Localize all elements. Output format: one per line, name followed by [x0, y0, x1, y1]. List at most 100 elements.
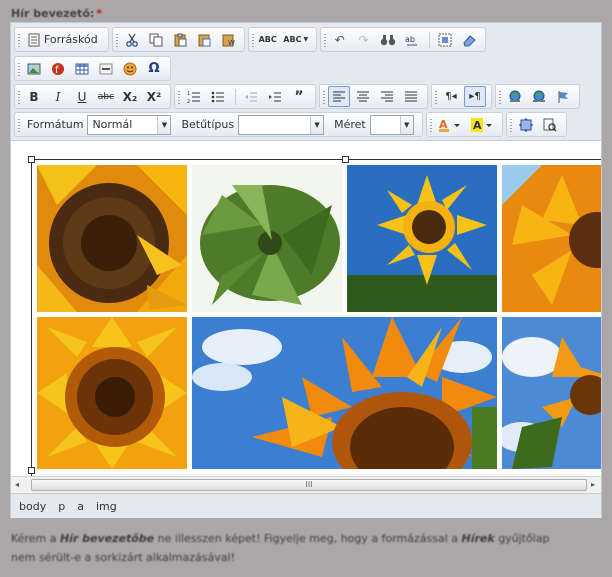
sunflower-photo-2 [347, 165, 497, 312]
align-center-button[interactable] [352, 86, 374, 107]
paste-icon [174, 33, 187, 46]
spellcheck-auto-label: ABC [283, 35, 302, 44]
path-item-p[interactable]: p [58, 500, 65, 513]
paste-word-button[interactable]: W [217, 29, 239, 50]
background-color-button[interactable]: A [467, 114, 497, 135]
toolbar-group-clipboard: W [111, 27, 245, 52]
bulleted-list-button[interactable] [207, 86, 229, 107]
font-select[interactable]: ▼ [238, 114, 325, 135]
editor-content-area[interactable] [11, 140, 601, 476]
spellcheck-button[interactable]: ABC [257, 29, 279, 50]
path-item-a[interactable]: a [77, 500, 84, 513]
justify-button[interactable] [400, 86, 422, 107]
path-item-img[interactable]: img [96, 500, 117, 513]
show-blocks-button[interactable] [539, 114, 561, 135]
italic-icon: I [55, 89, 61, 104]
spellcheck-label: ABC [258, 35, 277, 44]
select-all-button[interactable] [434, 29, 456, 50]
sunflower-sky-photo [192, 317, 497, 469]
rich-text-editor: Forráskód W ABC ABC ▼ ↶ ↷ ab f Ω B I U a… [10, 22, 602, 518]
outdent-button[interactable] [240, 86, 262, 107]
rtl-button[interactable]: ¶◂ [440, 86, 462, 107]
scroll-right-icon[interactable]: ▸ [591, 480, 595, 489]
element-path-bar: body p a img [11, 493, 601, 518]
replace-button[interactable]: ab [401, 29, 423, 50]
horizontal-scrollbar[interactable]: ◂ III ▸ [11, 476, 601, 493]
toolbar-group-styles: Formátum Normál ▼ Betűtípus ▼ Méret ▼ [14, 112, 423, 137]
source-button-label: Forráskód [44, 33, 98, 46]
anchor-button[interactable] [552, 86, 574, 107]
copy-button[interactable] [145, 29, 167, 50]
remove-format-button[interactable] [458, 29, 480, 50]
cut-button[interactable] [121, 29, 143, 50]
resize-handle[interactable] [342, 156, 349, 163]
ltr-button[interactable]: ▸¶ [464, 86, 486, 107]
scrollbar-thumb[interactable]: III [31, 479, 587, 491]
toolbar-separator [235, 88, 236, 105]
text-color-button[interactable]: A [435, 114, 465, 135]
format-select-value: Normál [92, 117, 133, 131]
resize-handle[interactable] [28, 156, 35, 163]
spellcheck-as-you-type-button[interactable]: ABC ▼ [281, 29, 311, 50]
strikethrough-button[interactable]: abc [95, 86, 117, 107]
toolbar-group-spell: ABC ABC ▼ [247, 27, 317, 52]
indent-button[interactable] [264, 86, 286, 107]
text-direction-rtl-icon: ¶◂ [445, 91, 457, 102]
chevron-down-icon: ▼ [303, 36, 309, 43]
sunflower-photo-4 [37, 317, 187, 469]
text-color-icon: A [438, 118, 460, 132]
size-select[interactable]: ▼ [369, 114, 414, 135]
link-button[interactable] [504, 86, 526, 107]
copy-icon [149, 33, 163, 46]
undo-button[interactable]: ↶ [329, 29, 351, 50]
find-button[interactable] [377, 29, 399, 50]
paste-text-button[interactable] [193, 29, 215, 50]
resize-handle[interactable] [28, 467, 35, 474]
bold-icon: B [29, 89, 39, 104]
svg-text:A: A [473, 119, 482, 132]
help-text-part1: Kérem a [11, 532, 60, 545]
maximize-button[interactable] [515, 114, 537, 135]
subscript-icon: X₂ [122, 89, 138, 104]
smiley-button[interactable] [119, 58, 141, 79]
toolbar-group-colors: A A [425, 112, 503, 137]
table-button[interactable] [71, 58, 93, 79]
align-left-button[interactable] [328, 86, 350, 107]
bold-button[interactable]: B [23, 86, 45, 107]
paste-text-icon [198, 34, 211, 46]
chevron-down-icon: ▼ [399, 115, 413, 134]
source-button[interactable]: Forráskód [23, 29, 103, 50]
italic-button[interactable]: I [47, 86, 69, 107]
unlink-button[interactable] [528, 86, 550, 107]
numbered-list-button[interactable]: 12 [183, 86, 205, 107]
special-char-button[interactable]: Ω [143, 58, 165, 79]
flash-button[interactable]: f [47, 58, 69, 79]
blockquote-button[interactable]: ” [288, 86, 310, 107]
binoculars-icon [380, 34, 395, 45]
paste-word-icon: W [222, 34, 235, 47]
table-icon [75, 63, 89, 74]
path-item-body[interactable]: body [19, 500, 46, 513]
image-button[interactable] [23, 58, 45, 79]
sunflower-bud-photo [192, 165, 342, 312]
redo-button[interactable]: ↷ [353, 29, 375, 50]
toolbar-group-lists: 12 ” [174, 84, 316, 109]
align-right-button[interactable] [376, 86, 398, 107]
subscript-button[interactable]: X₂ [119, 86, 141, 107]
svg-text:f: f [55, 65, 59, 76]
underline-icon: U [77, 89, 87, 104]
scroll-left-icon[interactable]: ◂ [15, 480, 19, 489]
format-select[interactable]: Normál ▼ [87, 114, 172, 135]
help-text: Kérem a Hír bevezetőbe ne illesszen képe… [11, 529, 571, 567]
superscript-button[interactable]: X² [143, 86, 165, 107]
underline-button[interactable]: U [71, 86, 93, 107]
preview-icon [543, 118, 557, 132]
sunflower-photo-3 [502, 165, 601, 312]
toolbar-group-edit: ↶ ↷ ab [319, 27, 486, 52]
paste-button[interactable] [169, 29, 191, 50]
toolbar-group-insert: f Ω [14, 56, 171, 81]
horizontal-rule-button[interactable] [95, 58, 117, 79]
omega-icon: Ω [148, 61, 160, 76]
select-all-icon [438, 33, 452, 46]
toolbar-row-1: Forráskód W ABC ABC ▼ ↶ ↷ ab [14, 26, 489, 53]
